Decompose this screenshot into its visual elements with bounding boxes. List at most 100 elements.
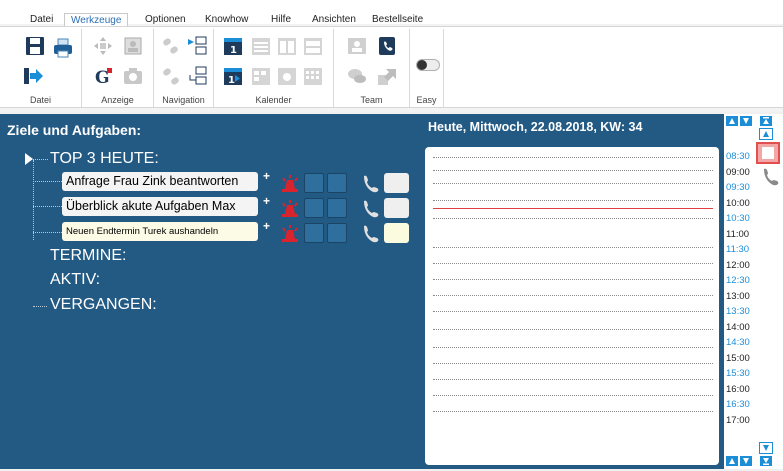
delegate-icon[interactable] bbox=[376, 65, 398, 87]
time-label: 14:30 bbox=[726, 337, 750, 348]
phone-icon[interactable] bbox=[358, 223, 380, 245]
priority-block[interactable] bbox=[304, 198, 324, 218]
move-icon[interactable] bbox=[92, 35, 114, 57]
scroll-up-button[interactable] bbox=[725, 455, 739, 467]
tab-knowhow[interactable]: Knowhow bbox=[205, 14, 248, 26]
scroll-bottom-button[interactable] bbox=[759, 455, 773, 467]
day-calendar-panel: Heute, Mittwoch, 22.08.2018, KW: 34 bbox=[418, 114, 724, 469]
status-box[interactable] bbox=[384, 223, 409, 243]
navigate-forward-icon[interactable] bbox=[186, 35, 208, 57]
time-label: 15:00 bbox=[726, 353, 750, 364]
priority-block[interactable] bbox=[304, 223, 324, 243]
day-schedule[interactable] bbox=[425, 147, 719, 465]
time-row bbox=[433, 295, 713, 296]
tab-bestellseite[interactable]: Bestellseite bbox=[372, 14, 423, 26]
contact-icon[interactable] bbox=[346, 35, 368, 57]
section-termine[interactable]: TERMINE: bbox=[50, 247, 126, 265]
calendar-play-icon[interactable]: 1 bbox=[222, 65, 244, 87]
priority-block[interactable] bbox=[327, 198, 347, 218]
phone-icon[interactable] bbox=[358, 198, 380, 220]
priority-block[interactable] bbox=[327, 223, 347, 243]
time-row bbox=[433, 157, 713, 158]
ribbon-group-anzeige: G Anzeige bbox=[82, 29, 154, 107]
time-row bbox=[433, 279, 713, 280]
save-icon[interactable] bbox=[24, 35, 46, 57]
time-label: 16:30 bbox=[726, 399, 750, 410]
time-row bbox=[433, 170, 713, 171]
section-vergangen[interactable]: VERGANGEN: bbox=[50, 296, 157, 314]
chat-icon[interactable] bbox=[346, 65, 368, 87]
time-row bbox=[433, 263, 713, 264]
alarm-icon[interactable] bbox=[278, 223, 302, 245]
time-label: 17:00 bbox=[726, 415, 750, 426]
tab-hilfe[interactable]: Hilfe bbox=[271, 14, 291, 26]
scroll-thumb[interactable] bbox=[756, 142, 780, 164]
alarm-icon[interactable] bbox=[278, 198, 302, 220]
scroll-up-button[interactable] bbox=[725, 115, 739, 127]
ribbon-group-datei: Datei bbox=[0, 29, 82, 107]
scroll-down-small-button[interactable] bbox=[759, 442, 773, 454]
navigate-structure-icon[interactable] bbox=[186, 65, 208, 87]
add-subtask-button[interactable]: + bbox=[263, 194, 270, 208]
scroll-down-button[interactable] bbox=[739, 455, 753, 467]
priority-block[interactable] bbox=[327, 173, 347, 193]
tree-line bbox=[33, 306, 47, 307]
phone-icon[interactable] bbox=[758, 166, 780, 188]
tab-datei[interactable]: Datei bbox=[30, 14, 53, 26]
time-label: 13:30 bbox=[726, 306, 750, 317]
ribbon-group-label: Easy bbox=[416, 95, 437, 105]
calendar-day-icon[interactable]: 1 bbox=[222, 35, 244, 57]
scroll-top-button[interactable] bbox=[759, 115, 773, 127]
task-item[interactable]: Anfrage Frau Zink beantworten bbox=[62, 172, 258, 191]
unlink-icon[interactable] bbox=[160, 65, 182, 87]
tab-optionen[interactable]: Optionen bbox=[145, 14, 186, 26]
print-icon[interactable] bbox=[52, 37, 74, 59]
ribbon-group-navigation: Navigation bbox=[154, 29, 214, 107]
link-icon[interactable] bbox=[160, 35, 182, 57]
ribbon-group-label: Anzeige bbox=[101, 95, 134, 105]
calendar-week-icon[interactable] bbox=[276, 35, 298, 57]
section-aktiv[interactable]: AKTIV: bbox=[50, 271, 100, 289]
scroll-up-small-button[interactable] bbox=[759, 128, 773, 140]
phone-book-icon[interactable] bbox=[376, 35, 398, 57]
calendar-workweek-icon[interactable] bbox=[302, 35, 324, 57]
status-box[interactable] bbox=[384, 173, 409, 193]
tree-line bbox=[33, 160, 34, 240]
task-item[interactable]: Überblick akute Aufgaben Max bbox=[62, 197, 258, 216]
time-row bbox=[433, 247, 713, 248]
time-label: 10:30 bbox=[726, 213, 750, 224]
priority-block[interactable] bbox=[304, 173, 324, 193]
time-label: 13:00 bbox=[726, 291, 750, 302]
calendar-list-icon[interactable] bbox=[250, 35, 272, 57]
tree-line bbox=[33, 232, 62, 233]
camera-icon[interactable] bbox=[122, 65, 144, 87]
time-label: 16:00 bbox=[726, 384, 750, 395]
ribbon: Datei G Anzeige Navigation 1 1 Kalender … bbox=[0, 26, 783, 108]
status-box[interactable] bbox=[384, 198, 409, 218]
easy-toggle[interactable] bbox=[416, 59, 440, 71]
calendar-link-icon[interactable] bbox=[276, 65, 298, 87]
time-row bbox=[433, 200, 713, 201]
time-label: 11:00 bbox=[726, 229, 750, 240]
time-label: 12:30 bbox=[726, 275, 750, 286]
calendar-month-icon[interactable] bbox=[302, 65, 324, 87]
scroll-down-button[interactable] bbox=[739, 115, 753, 127]
svg-text:1: 1 bbox=[228, 75, 235, 86]
ribbon-group-label: Team bbox=[360, 95, 383, 105]
calendar-grid-icon[interactable] bbox=[250, 65, 272, 87]
expand-triangle-icon[interactable] bbox=[25, 153, 33, 165]
exit-icon[interactable] bbox=[22, 65, 44, 87]
alarm-icon[interactable] bbox=[278, 173, 302, 195]
time-row bbox=[433, 218, 713, 219]
tab-ansichten[interactable]: Ansichten bbox=[312, 14, 356, 26]
section-top3[interactable]: TOP 3 HEUTE: bbox=[50, 150, 159, 168]
phone-icon[interactable] bbox=[358, 173, 380, 195]
time-label: 14:00 bbox=[726, 322, 750, 333]
add-subtask-button[interactable]: + bbox=[263, 169, 270, 183]
time-label: 10:00 bbox=[726, 198, 750, 209]
user-view-icon[interactable] bbox=[122, 35, 144, 57]
time-label: 09:30 bbox=[726, 182, 750, 193]
add-subtask-button[interactable]: + bbox=[263, 219, 270, 233]
google-icon[interactable]: G bbox=[92, 65, 114, 87]
task-item[interactable]: Neuen Endtermin Turek aushandeln bbox=[62, 222, 258, 241]
